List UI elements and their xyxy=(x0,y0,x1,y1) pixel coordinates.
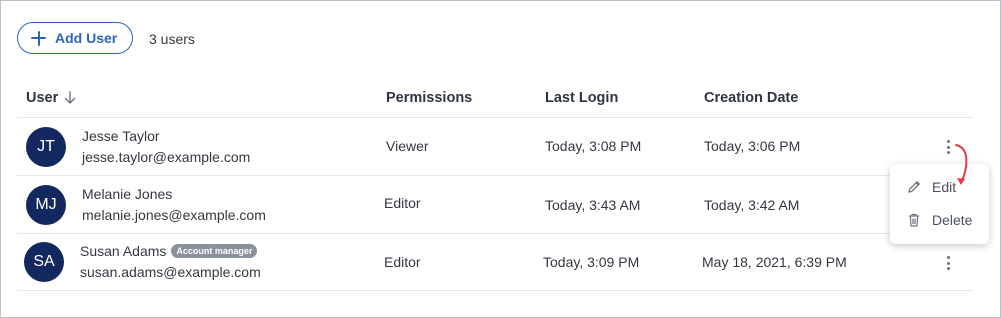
last-login-cell: Today, 3:43 AM xyxy=(545,197,641,213)
avatar: MJ xyxy=(26,185,66,225)
annotation-arrow-icon xyxy=(955,144,968,185)
creation-date-cell: Today, 3:42 AM xyxy=(704,197,800,213)
pencil-icon xyxy=(908,181,920,193)
column-header-user-label: User xyxy=(26,90,59,106)
row-divider xyxy=(17,290,973,291)
last-login-cell: Today, 3:09 PM xyxy=(543,254,640,270)
column-header-user[interactable]: User xyxy=(26,90,76,106)
last-login-cell: Today, 3:08 PM xyxy=(545,138,642,154)
user-name-text: Susan Adams xyxy=(80,243,167,259)
permissions-cell: Editor xyxy=(384,254,421,270)
delete-menu-item[interactable]: Delete xyxy=(906,212,972,228)
add-user-button[interactable]: Add User xyxy=(17,22,133,54)
avatar: JT xyxy=(26,127,66,167)
user-name: Melanie Jones xyxy=(82,186,172,202)
delete-label: Delete xyxy=(932,212,973,228)
row-divider xyxy=(17,175,973,176)
user-email: melanie.jones@example.com xyxy=(82,207,266,223)
role-badge: Account manager xyxy=(171,244,258,258)
user-name: Susan Adams Account manager xyxy=(80,243,258,259)
avatar: SA xyxy=(24,242,64,282)
permissions-cell: Editor xyxy=(384,195,421,211)
column-header-last-login: Last Login xyxy=(545,90,619,106)
user-email: jesse.taylor@example.com xyxy=(82,149,251,165)
permissions-cell: Viewer xyxy=(386,138,429,154)
column-header-creation-date: Creation Date xyxy=(704,90,799,106)
user-count: 3 users xyxy=(149,31,195,47)
creation-date-cell: Today, 3:06 PM xyxy=(704,138,801,154)
row-divider xyxy=(17,233,973,234)
arrow-down-icon xyxy=(65,91,76,104)
user-email: susan.adams@example.com xyxy=(80,264,261,280)
column-header-permissions: Permissions xyxy=(386,90,473,106)
more-vertical-icon[interactable] xyxy=(941,255,955,271)
add-user-label: Add User xyxy=(55,30,118,46)
plus-icon xyxy=(31,30,46,46)
creation-date-cell: May 18, 2021, 6:39 PM xyxy=(702,254,847,270)
user-name-text: Jesse Taylor xyxy=(82,128,160,144)
user-name-text: Melanie Jones xyxy=(82,186,173,202)
user-name: Jesse Taylor xyxy=(82,128,160,144)
header-divider xyxy=(17,117,973,118)
trash-icon xyxy=(909,213,919,227)
